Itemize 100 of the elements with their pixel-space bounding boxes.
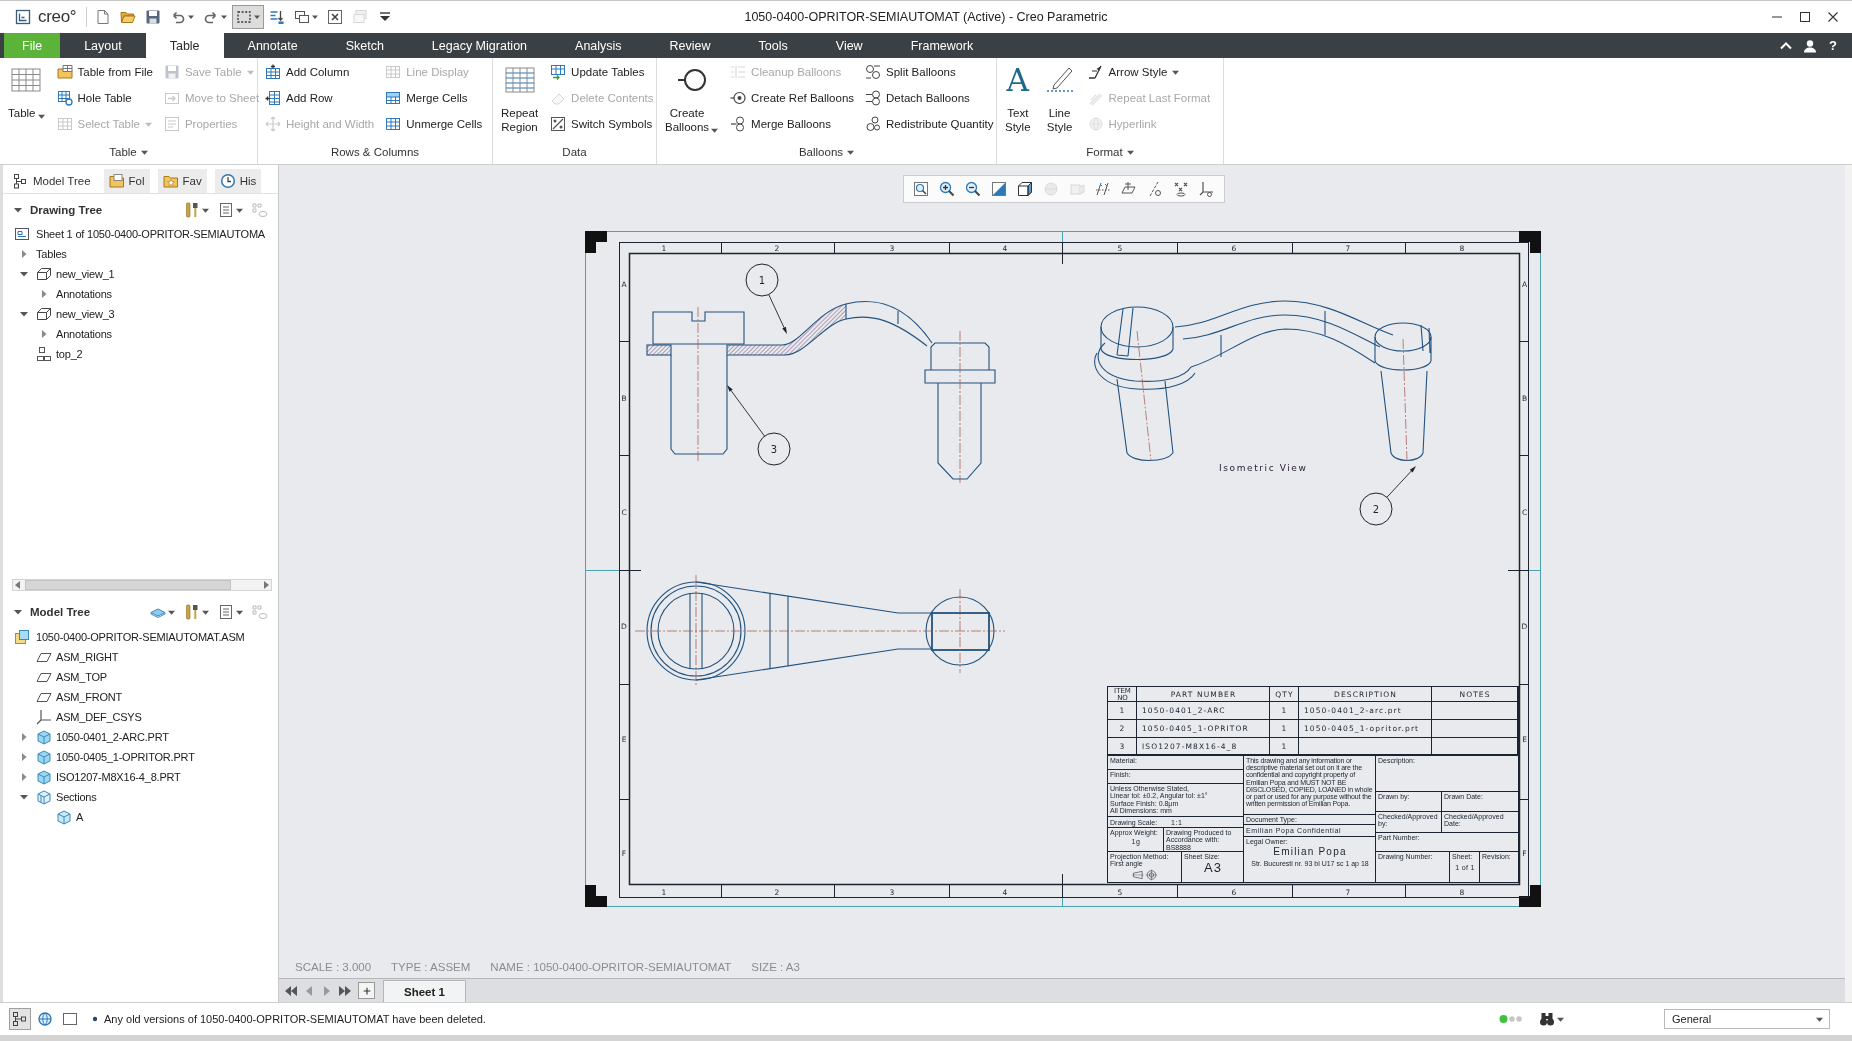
ribbon-button[interactable]: Table (5, 59, 48, 140)
ribbon-tab[interactable]: Review (645, 33, 735, 58)
ribbon-tab[interactable]: Analysis (551, 33, 646, 58)
tree-item[interactable]: ISO1207-M8X16-4_8.PRT (56, 771, 181, 783)
tree-item[interactable]: Annotations (56, 328, 112, 340)
ribbon-tab[interactable]: Framework (886, 33, 998, 58)
caret-icon (168, 608, 175, 616)
scroll-left-icon[interactable] (13, 580, 23, 590)
caret-icon (202, 206, 209, 214)
tree-item[interactable]: Sheet 1 of 1050-0400-OPRITOR-SEMIAUTOMA (36, 228, 265, 240)
ribbon-button[interactable]: A Text Style (1002, 59, 1034, 140)
status-lights-icon (1499, 1014, 1523, 1024)
ribbon-command[interactable]: Merge Cells (383, 85, 485, 111)
caret-icon[interactable] (40, 290, 48, 298)
tree-item[interactable]: 1050-0401_2-ARC.PRT (56, 731, 169, 743)
tree-item[interactable]: new_view_1 (56, 268, 115, 280)
tree-item[interactable]: ASM_DEF_CSYS (56, 711, 142, 723)
quick-access-button[interactable] (232, 5, 265, 29)
ribbon-command[interactable]: Redistribute Quantity (863, 111, 996, 137)
maximize-button[interactable] (1800, 12, 1810, 22)
ribbon-command[interactable]: Arrow Style (1085, 59, 1213, 85)
globe-icon (1087, 116, 1104, 132)
ribbon-tab[interactable]: Legacy Migration (407, 33, 552, 58)
ribbon-tab[interactable]: View (811, 33, 887, 58)
ribbon-command[interactable]: Switch Symbols (548, 111, 656, 137)
ribbon-command[interactable]: Split Balloons (863, 59, 996, 85)
scrollbar-thumb[interactable] (25, 580, 231, 590)
ribbon-tab[interactable]: Sketch (321, 33, 408, 58)
tree-item[interactable]: 1050-0405_1-OPRITOR.PRT (56, 751, 195, 763)
new-file-icon (95, 9, 112, 25)
caret-icon[interactable] (20, 773, 28, 781)
tree-item[interactable]: Annotations (56, 288, 112, 300)
tree-item[interactable]: Sections (56, 791, 97, 803)
user-icon (1802, 37, 1819, 54)
caret-icon[interactable] (14, 206, 22, 214)
ribbon-command[interactable]: Merge Balloons (728, 111, 857, 137)
ribbon-command[interactable]: Unmerge Cells (383, 111, 485, 137)
arrow-box-icon (163, 90, 180, 106)
repeat-region-icon (503, 64, 536, 96)
help-button[interactable]: ? (1826, 38, 1840, 53)
add-sheet-button[interactable] (358, 982, 375, 999)
ribbon-command[interactable]: Create Ref Balloons (728, 85, 857, 111)
sphere-icon (1043, 181, 1059, 197)
selection-filter-dropdown[interactable]: General (1664, 1009, 1830, 1029)
ribbon-command[interactable]: Add Row (263, 85, 377, 111)
caret-icon[interactable] (14, 608, 22, 616)
caret-icon[interactable] (20, 270, 28, 278)
close-window-icon (327, 9, 344, 25)
tree-item[interactable]: Tables (36, 248, 67, 260)
find-button[interactable] (1539, 1011, 1564, 1027)
ribbon-tab[interactable]: Layout (60, 33, 146, 58)
ribbon-command[interactable]: Add Column (263, 59, 377, 85)
panel-tab[interactable]: Fav (157, 169, 207, 193)
tree-settings-button[interactable] (184, 202, 209, 218)
status-toggle-button[interactable] (9, 1008, 31, 1030)
tree-settings-button[interactable] (184, 604, 209, 620)
tree-item[interactable]: top_2 (56, 348, 83, 360)
caret-icon[interactable] (20, 733, 28, 741)
panel-tab[interactable]: His (214, 169, 262, 193)
ribbon-tab[interactable]: Table (145, 33, 224, 58)
ribbon-command[interactable]: Hole Table (54, 85, 155, 111)
cube-view-icon (1017, 181, 1033, 197)
caret-icon (312, 14, 319, 20)
merge-cells-icon (385, 90, 402, 106)
tree-columns-button[interactable] (218, 202, 243, 218)
caret-icon[interactable] (20, 250, 28, 258)
ribbon-command[interactable]: Table from File (54, 59, 155, 85)
table-icon (385, 64, 402, 80)
merge-balloons-icon (730, 116, 747, 132)
scroll-right-icon[interactable] (261, 580, 271, 590)
properties-icon (163, 116, 180, 132)
horizontal-scrollbar[interactable] (12, 579, 272, 591)
caret-icon[interactable] (20, 310, 28, 318)
datum-axis-icon (1147, 181, 1163, 197)
caret-icon[interactable] (20, 793, 28, 801)
section-cube-icon (56, 809, 72, 825)
tree-item[interactable]: 1050-0400-OPRITOR-SEMIAUTOMAT.ASM (36, 631, 245, 643)
caret-icon[interactable] (20, 753, 28, 761)
caret-icon (254, 14, 261, 20)
ribbon-command[interactable]: Detach Balloons (863, 85, 996, 111)
maximize-icon (1800, 12, 1810, 22)
panel-tab[interactable]: Fol (103, 169, 150, 193)
tree-item[interactable]: ASM_TOP (56, 671, 107, 683)
tree-item[interactable]: ASM_RIGHT (56, 651, 119, 663)
account-button[interactable] (1802, 37, 1819, 54)
ribbon-button[interactable]: Repeat Region (498, 59, 542, 140)
ribbon-button[interactable]: Line Style (1040, 59, 1079, 140)
tree-item[interactable]: A (76, 811, 84, 823)
ribbon-command[interactable]: Update Tables (548, 59, 656, 85)
ribbon-tab[interactable]: Annotate (223, 33, 322, 58)
ribbon-button[interactable]: Create Balloons (662, 59, 722, 140)
sheet-tab[interactable]: Sheet 1 (383, 980, 466, 1002)
axes-icon (1199, 181, 1215, 197)
caret-icon[interactable] (40, 330, 48, 338)
tree-columns-button[interactable] (218, 604, 243, 620)
close-button[interactable] (1828, 12, 1838, 22)
tree-item[interactable]: new_view_3 (56, 308, 115, 320)
ribbon-tab[interactable]: Tools (734, 33, 812, 58)
tree-item[interactable]: ASM_FRONT (56, 691, 123, 703)
caret-icon (202, 608, 209, 616)
